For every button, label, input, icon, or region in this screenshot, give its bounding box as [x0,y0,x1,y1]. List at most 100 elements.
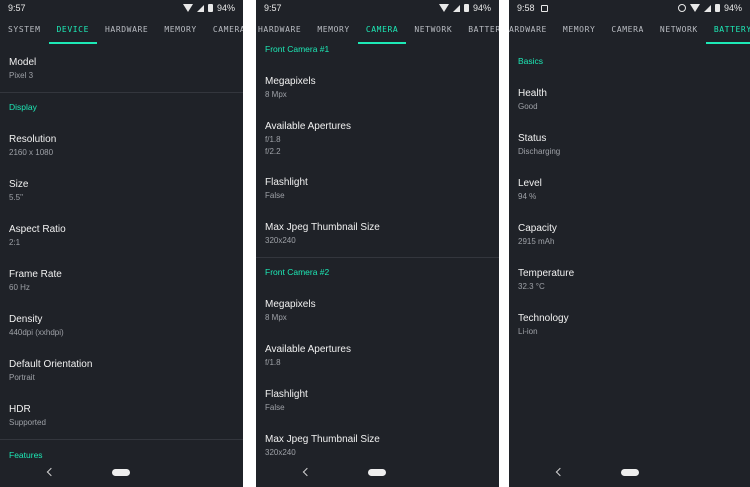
list-item[interactable]: Resolution 2160 x 1080 [9,134,234,158]
status-bar: 9:58 94% [509,0,750,16]
battery-percent: 94% [216,3,235,13]
tab-bar: SYSTEM DEVICE HARDWARE MEMORY CAMERA [0,16,243,44]
tab-hardware[interactable]: ARDWARE [509,16,555,44]
item-value: 32.3 °C [518,282,545,291]
item-title: Size [9,179,29,190]
list-item[interactable]: Health Good [518,88,741,112]
list-item[interactable]: Default Orientation Portrait [9,359,234,383]
home-button[interactable] [368,469,386,476]
item-value: Discharging [518,147,561,156]
wifi-icon [689,4,700,12]
status-bar: 9:57 94% [0,0,243,16]
battery-content: Basics Health Good Status Discharging Le… [509,44,750,487]
section-header-front-camera-1: Front Camera #1 [265,44,330,54]
home-button[interactable] [621,469,639,476]
tab-camera[interactable]: CAMERA [603,16,652,44]
nav-bar [256,459,499,487]
home-button[interactable] [112,469,130,476]
item-title: HDR [9,404,31,415]
list-item[interactable]: HDR Supported [9,404,234,428]
list-item[interactable]: Size 5.5" [9,179,234,203]
battery-icon [207,4,213,12]
item-title: Flashlight [265,177,308,188]
list-item[interactable]: Aspect Ratio 2:1 [9,224,234,248]
camera-content: Front Camera #1 Megapixels 8 Mpx Availab… [256,44,499,487]
signal-icon [452,4,460,12]
item-title: Default Orientation [9,359,93,370]
item-value: 320x240 [265,236,296,245]
item-title: Health [518,88,547,99]
divider [256,257,499,258]
list-item[interactable]: Megapixels 8 Mpx [265,299,490,323]
item-value: 94 % [518,192,537,201]
list-item[interactable]: Max Jpeg Thumbnail Size 320x240 [265,434,490,458]
list-item[interactable]: Status Discharging [518,133,741,157]
list-item[interactable]: Flashlight False [265,177,490,201]
vibrate-icon [677,4,686,12]
status-time: 9:58 [517,3,535,13]
item-value: Good [518,102,538,111]
tab-battery[interactable]: BATTERY [460,16,499,44]
list-item[interactable]: Density 440dpi (xxhdpi) [9,314,234,338]
status-bar: 9:57 94% [256,0,499,16]
tab-system[interactable]: SYSTEM [0,16,49,44]
tab-device[interactable]: DEVICE [48,16,98,44]
tab-hardware[interactable]: HARDWARE [97,16,156,44]
list-item[interactable]: Model Pixel 3 [9,57,234,81]
back-icon[interactable] [302,467,312,477]
list-item[interactable]: Available Apertures f/1.8 f/2.2 [265,121,490,157]
item-value: Portrait [9,373,35,382]
wifi-icon [182,4,193,12]
tab-camera[interactable]: CAMERA [357,16,407,44]
item-title: Density [9,314,43,325]
item-value: f/1.8 [265,135,281,144]
item-title: Frame Rate [9,269,62,280]
list-item[interactable]: Level 94 % [518,178,741,202]
item-title: Temperature [518,268,575,279]
tab-memory[interactable]: MEMORY [555,16,604,44]
list-item[interactable]: Temperature 32.3 °C [518,268,741,292]
item-title: Model [9,57,37,68]
tab-network[interactable]: NETWORK [652,16,706,44]
signal-icon [196,4,204,12]
tab-battery[interactable]: BATTERY [705,16,750,44]
section-header-display: Display [9,102,37,112]
item-value: 2:1 [9,238,21,247]
screen-battery: 9:58 94% ARDWARE MEMORY CAMERA NETWORK B… [509,0,750,487]
screen-device: 9:57 94% SYSTEM DEVICE HARDWARE MEMORY C… [0,0,243,487]
tab-bar: ARDWARE MEMORY CAMERA NETWORK BATTERY [509,16,750,44]
list-item[interactable]: Capacity 2915 mAh [518,223,741,247]
list-item[interactable]: Technology Li-ion [518,313,741,337]
tab-memory[interactable]: MEMORY [156,16,205,44]
tab-network[interactable]: NETWORK [406,16,460,44]
item-title: Status [518,133,547,144]
item-value: f/1.8 [265,358,281,367]
item-value: 8 Mpx [265,313,287,322]
item-title: Capacity [518,223,557,234]
list-item[interactable]: Frame Rate 60 Hz [9,269,234,293]
divider [0,439,243,440]
battery-icon [463,4,469,12]
screen-camera: 9:57 94% HARDWARE MEMORY CAMERA NETWORK … [256,0,499,487]
list-item[interactable]: Max Jpeg Thumbnail Size 320x240 [265,222,490,246]
list-item[interactable]: Available Apertures f/1.8 [265,344,490,368]
item-value: 320x240 [265,448,296,457]
tab-camera[interactable]: CAMERA [205,16,243,44]
tab-memory[interactable]: MEMORY [309,16,358,44]
status-time: 9:57 [264,3,282,13]
item-title: Aspect Ratio [9,224,66,235]
item-value: False [265,191,285,200]
back-icon[interactable] [555,467,565,477]
item-value: Pixel 3 [9,71,34,80]
back-icon[interactable] [46,467,56,477]
nav-bar [509,459,750,487]
nav-bar [0,459,243,487]
item-title: Level [518,178,542,189]
item-value: 2160 x 1080 [9,148,54,157]
tab-hardware[interactable]: HARDWARE [256,16,309,44]
item-title: Resolution [9,134,57,145]
battery-percent: 94% [723,3,742,13]
list-item[interactable]: Megapixels 8 Mpx [265,76,490,100]
list-item[interactable]: Flashlight False [265,389,490,413]
signal-icon [703,4,711,12]
